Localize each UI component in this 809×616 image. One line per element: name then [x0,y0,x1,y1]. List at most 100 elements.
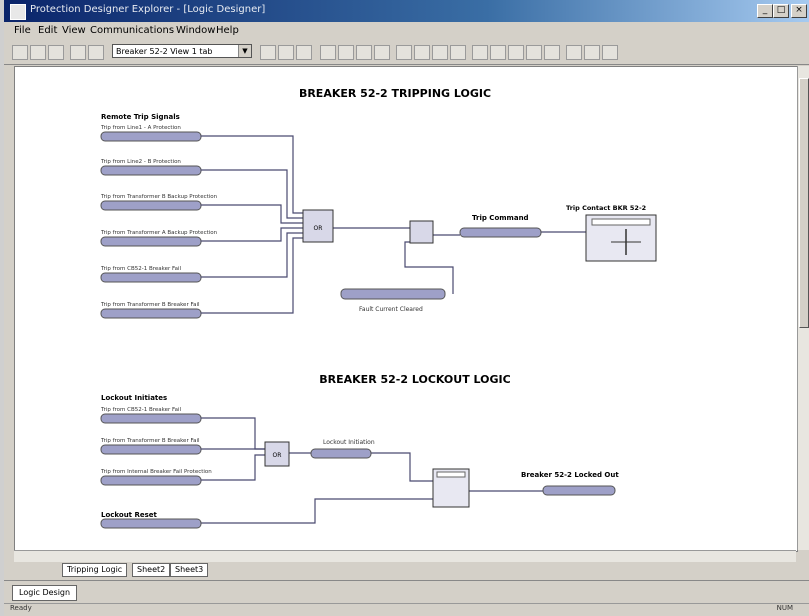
line-icon[interactable] [356,45,372,60]
lockout-initiation-operand[interactable] [310,448,372,459]
copy-icon[interactable] [278,45,294,60]
save-icon[interactable] [48,45,64,60]
properties-icon[interactable] [88,45,104,60]
lockout-input-operand[interactable] [100,444,202,455]
tab-sheet3[interactable]: Sheet3 [170,563,209,577]
trip-latch-block[interactable] [409,220,434,244]
snap-icon[interactable] [584,45,600,60]
zoom-out-icon[interactable] [414,45,430,60]
vertical-scroll-thumb[interactable] [799,78,809,328]
menu-view[interactable]: View [62,25,86,36]
trip-input-operand[interactable] [100,272,202,283]
trip-input-operand[interactable] [100,200,202,211]
menu-edit[interactable]: Edit [38,25,57,36]
minimize-button[interactable]: _ [757,4,773,18]
gate-and-icon[interactable] [472,45,488,60]
lockout-initiates-heading: Lockout Initiates [101,394,167,402]
grid-icon[interactable] [566,45,582,60]
lockout-reset-operand[interactable] [100,518,202,529]
view-select[interactable]: Breaker 52-2 View 1 tab ▼ [112,44,252,58]
lockout-or-gate[interactable]: OR [264,441,290,467]
close-button[interactable]: × [791,4,807,18]
fault-cleared-input[interactable]: Fault Current Cleared [340,288,446,313]
lockout-logic-title: BREAKER 52-2 LOCKOUT LOGIC [319,373,510,386]
document-tab-bar: Logic Design [4,580,809,603]
logic-canvas[interactable]: BREAKER 52-2 TRIPPING LOGIC Remote Trip … [14,66,798,552]
window-title: Protection Designer Explorer - [Logic De… [30,4,266,15]
lockout-input-1[interactable]: Trip from CB52-1 Breaker Fail [100,407,202,424]
trip-contact-block[interactable] [585,214,657,262]
cut-icon[interactable] [260,45,276,60]
vertical-scrollbar[interactable] [797,66,809,550]
trip-input-6[interactable]: Trip from Transformer B Breaker Fail [100,302,202,319]
locked-out-operand[interactable] [542,485,616,496]
trip-input-2[interactable]: Trip from Line2 - B Protection [100,159,202,176]
status-indicator: NUM [776,604,793,612]
trip-input-3[interactable]: Trip from Transformer B Backup Protectio… [100,194,218,211]
zoom-fit-icon[interactable] [432,45,448,60]
trip-input-operand[interactable] [100,308,202,319]
tab-logic-design[interactable]: Logic Design [12,585,78,601]
menu-help[interactable]: Help [216,25,239,36]
timer-icon[interactable] [508,45,524,60]
fault-cleared-label: Fault Current Cleared [359,306,423,313]
or-gate-label: OR [314,225,323,232]
trip-contact-label: Trip Contact BKR 52-2 [566,204,646,212]
gate-or-icon[interactable] [490,45,506,60]
operand-icon[interactable] [544,45,560,60]
title-bar[interactable]: Protection Designer Explorer - [Logic De… [4,0,809,22]
latch-icon[interactable] [526,45,542,60]
tab-sheet2[interactable]: Sheet2 [132,563,171,577]
open-icon[interactable] [30,45,46,60]
menu-communications[interactable]: Communications [90,25,174,36]
trip-input-operand[interactable] [100,236,202,247]
or-gate[interactable]: OR [302,209,334,243]
status-text: Ready [10,604,32,612]
trip-input-5[interactable]: Trip from CB52-1 Breaker Fail [100,266,202,283]
trip-command-label: Trip Command [472,214,529,222]
box-icon[interactable] [374,45,390,60]
lockout-input-label: Trip from CB52-1 Breaker Fail [100,407,182,413]
trip-input-label: Trip from Transformer A Backup Protectio… [100,230,218,236]
fault-cleared-operand[interactable] [340,288,446,300]
chevron-down-icon[interactable]: ▼ [238,45,251,57]
zoom-in-icon[interactable] [396,45,412,60]
lockout-input-label: Trip from Internal Breaker Fail Protecti… [100,469,212,475]
new-icon[interactable] [12,45,28,60]
lockout-input-operand[interactable] [100,413,202,424]
trip-input-4[interactable]: Trip from Transformer A Backup Protectio… [100,230,218,247]
help-icon[interactable] [602,45,618,60]
lockout-input-3[interactable]: Trip from Internal Breaker Fail Protecti… [100,469,212,486]
app-icon [10,4,26,20]
trip-input-label: Trip from Transformer B Backup Protectio… [100,194,218,200]
lockout-input-2[interactable]: Trip from Transformer B Breaker Fail [100,438,202,455]
paste-icon[interactable] [296,45,312,60]
trip-input-operand[interactable] [100,131,202,142]
trip-input-label: Trip from Transformer B Breaker Fail [100,302,200,308]
trip-input-label: Trip from Line1 - A Protection [100,125,181,131]
lockout-input-operand[interactable] [100,475,202,486]
lockout-initiation-label: Lockout Initiation [323,439,375,446]
print-icon[interactable] [70,45,86,60]
trip-command-operand[interactable] [459,227,542,238]
sheet-tabs: Tripping Logic Sheet2 Sheet3 [14,562,796,577]
locked-out-label: Breaker 52-2 Locked Out [521,471,619,479]
align-icon[interactable] [320,45,336,60]
refresh-icon[interactable] [450,45,466,60]
trip-wires [201,135,586,314]
menu-window[interactable]: Window [176,25,215,36]
trip-contact-header [591,218,651,226]
remote-trip-heading: Remote Trip Signals [101,113,180,121]
lockout-input-label: Trip from Transformer B Breaker Fail [100,438,200,444]
trip-input-label: Trip from Line2 - B Protection [100,159,181,165]
trip-input-1[interactable]: Trip from Line1 - A Protection [100,125,202,142]
menu-file[interactable]: File [14,25,31,36]
trip-input-operand[interactable] [100,165,202,176]
view-select-value: Breaker 52-2 View 1 tab [116,47,213,56]
lockout-latch-block[interactable] [432,468,470,508]
tab-tripping-logic[interactable]: Tripping Logic [62,563,128,577]
text-icon[interactable] [338,45,354,60]
maximize-button[interactable]: □ [773,4,789,18]
toolbar: Breaker 52-2 View 1 tab ▼ [4,40,809,65]
trip-input-label: Trip from CB52-1 Breaker Fail [100,266,182,272]
